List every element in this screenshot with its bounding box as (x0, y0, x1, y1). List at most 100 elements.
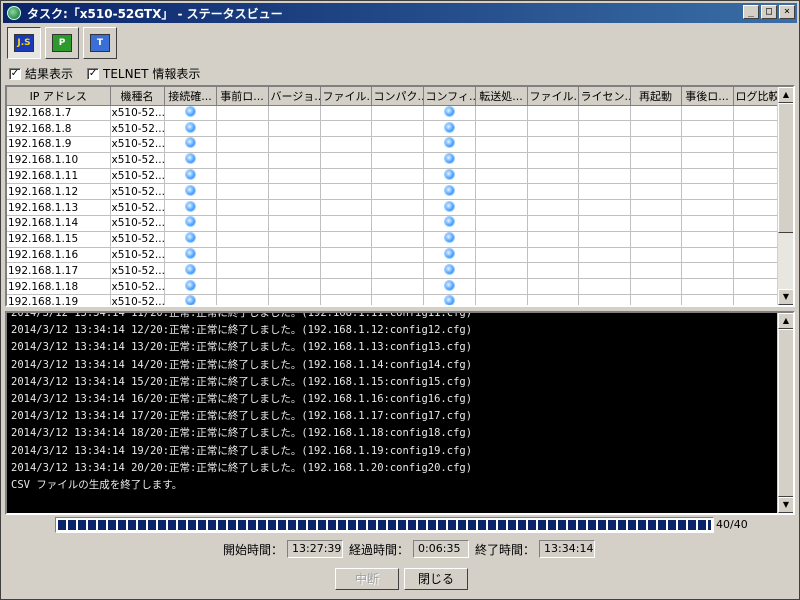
status-cell (164, 262, 217, 280)
show-telnet-label: TELNET 情報表示 (103, 67, 201, 81)
scroll-up-icon[interactable]: ▲ (778, 87, 793, 103)
status-cell (268, 168, 321, 185)
scroll-thumb[interactable] (778, 103, 793, 233)
status-cell (371, 136, 424, 153)
table-row[interactable]: 192.168.1.9 x510-52... (7, 136, 781, 153)
model-cell: x510-52... (110, 199, 165, 217)
column-header[interactable]: バージョ... (268, 87, 321, 106)
table-row[interactable]: 192.168.1.18 x510-52... (7, 278, 781, 296)
model-cell: x510-52... (110, 215, 165, 232)
maximize-button[interactable]: □ (761, 5, 777, 19)
status-cell (423, 136, 476, 153)
table-row[interactable]: 192.168.1.8 x510-52... (7, 120, 781, 138)
status-cell (527, 152, 579, 169)
status-cell (268, 105, 321, 122)
column-header[interactable]: ファイル... (527, 87, 579, 106)
status-cell (216, 294, 269, 305)
ok-status-icon (444, 296, 454, 305)
telnet-icon: T (90, 34, 110, 52)
status-cell (681, 215, 734, 232)
status-cell (423, 262, 476, 280)
column-header[interactable]: コンフィ... (423, 87, 476, 106)
status-cell (630, 105, 682, 122)
status-cell (733, 199, 781, 217)
log-line: 2014/3/12 13:34:14 15/20:正常:正常に終了しました。(1… (11, 375, 473, 388)
log-scrollbar[interactable]: ▲ ▼ (777, 313, 793, 513)
column-header[interactable]: 転送処... (475, 87, 528, 106)
status-cell (630, 136, 682, 153)
column-header[interactable]: IP アドレス (7, 87, 111, 106)
close-button[interactable]: 閉じる (404, 568, 468, 590)
ip-address-cell: 192.168.1.17 (7, 262, 111, 280)
status-cell (475, 278, 528, 296)
column-header[interactable]: 機種名 (110, 87, 165, 106)
ip-address-cell: 192.168.1.12 (7, 183, 111, 201)
table-row[interactable]: 192.168.1.12 x510-52... (7, 183, 781, 201)
column-header[interactable]: コンパク... (371, 87, 424, 106)
table-row[interactable]: 192.168.1.16 x510-52... (7, 247, 781, 264)
title-bar: タスク:「x510-52GTX」 - ステータスビュー _ □ × (3, 3, 797, 23)
status-cell (578, 120, 631, 138)
status-cell (164, 231, 217, 248)
scroll-up-icon[interactable]: ▲ (778, 313, 793, 329)
status-cell (423, 199, 476, 217)
scroll-down-icon[interactable]: ▼ (778, 497, 793, 513)
status-table: IP アドレス機種名接続確...事前ロ...バージョ...ファイル...コンパク… (7, 87, 781, 305)
ok-status-icon (185, 106, 195, 116)
column-header[interactable]: 再起動 (630, 87, 682, 106)
close-window-button[interactable]: × (779, 5, 795, 19)
window-title: タスク:「x510-52GTX」 - ステータスビュー (27, 6, 283, 21)
column-header[interactable]: ライセン... (578, 87, 631, 106)
table-row[interactable]: 192.168.1.17 x510-52... (7, 262, 781, 280)
column-header[interactable]: 接続確... (164, 87, 217, 106)
table-row[interactable]: 192.168.1.19 x510-52... (7, 294, 781, 305)
ok-status-icon (185, 122, 195, 132)
status-cell (475, 120, 528, 138)
status-cell (733, 183, 781, 201)
progress-view-button[interactable]: P (45, 27, 79, 59)
table-row[interactable]: 192.168.1.15 x510-52... (7, 231, 781, 248)
status-cell (527, 278, 579, 296)
status-cell (268, 215, 321, 232)
status-cell (733, 294, 781, 305)
grid-scrollbar[interactable]: ▲ ▼ (777, 87, 793, 305)
column-header[interactable]: ファイル... (320, 87, 372, 106)
table-row[interactable]: 192.168.1.10 x510-52... (7, 152, 781, 169)
ok-status-icon (444, 154, 454, 164)
status-cell (268, 278, 321, 296)
status-view-button[interactable]: J.S (7, 27, 41, 59)
status-cell (216, 152, 269, 169)
table-row[interactable]: 192.168.1.13 x510-52... (7, 199, 781, 217)
status-cell (423, 183, 476, 201)
show-telnet-checkbox[interactable]: ✓ TELNET 情報表示 (87, 65, 200, 82)
column-header[interactable]: ログ比較 (733, 87, 781, 106)
ok-status-icon (185, 280, 195, 290)
status-cell (681, 152, 734, 169)
minimize-button[interactable]: _ (743, 5, 759, 19)
start-time-value: 13:27:39 (287, 540, 344, 558)
column-header[interactable]: 事前ロ... (216, 87, 269, 106)
status-cell (733, 247, 781, 264)
table-row[interactable]: 192.168.1.7 x510-52... (7, 105, 781, 122)
checkmark-icon: ✓ (9, 67, 21, 80)
status-cell (733, 136, 781, 153)
table-row[interactable]: 192.168.1.14 x510-52... (7, 215, 781, 232)
column-header[interactable]: 事後ロ... (681, 87, 734, 106)
status-cell (371, 120, 424, 138)
status-cell (630, 152, 682, 169)
log-line: 2014/3/12 13:34:14 11/20:正常:正常に終了しました。(1… (11, 311, 473, 319)
status-cell (630, 247, 682, 264)
status-cell (216, 247, 269, 264)
status-cell (578, 152, 631, 169)
table-row[interactable]: 192.168.1.11 x510-52... (7, 168, 781, 185)
status-cell (527, 136, 579, 153)
scroll-down-icon[interactable]: ▼ (778, 289, 793, 305)
ok-status-icon (444, 201, 454, 211)
ip-address-cell: 192.168.1.13 (7, 199, 111, 217)
telnet-view-button[interactable]: T (83, 27, 117, 59)
status-cell (320, 199, 372, 217)
abort-button[interactable]: 中断 (335, 568, 399, 590)
model-cell: x510-52... (110, 231, 165, 248)
show-results-checkbox[interactable]: ✓ 結果表示 (9, 65, 73, 82)
scroll-thumb[interactable] (778, 329, 793, 497)
